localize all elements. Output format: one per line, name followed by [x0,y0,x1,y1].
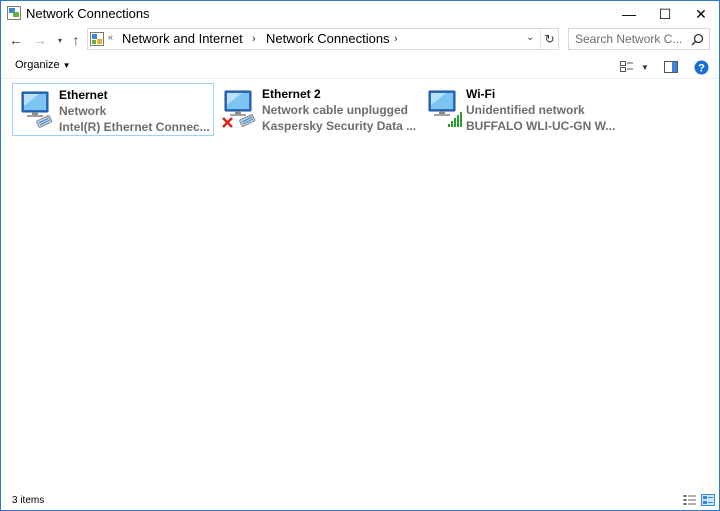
wifi-adapter-icon [428,90,462,127]
navigation-bar: ← → ▾ ↑ « Network and Internet › Network… [1,28,719,52]
search-box[interactable]: Search Network C... [568,28,710,50]
command-bar: Organize ▼ ▼ ? [1,55,719,79]
address-history-dropdown-icon[interactable]: ⌄ [526,32,534,43]
ethernet-adapter-disconnected-icon [222,90,256,128]
connection-device: Intel(R) Ethernet Connec... [59,120,210,134]
refresh-icon[interactable]: ↻ [540,29,558,49]
up-arrow-icon[interactable]: ↑ [67,30,85,50]
help-icon[interactable]: ? [693,58,709,76]
search-icon[interactable] [691,33,704,46]
ethernet-adapter-icon [21,91,53,128]
address-bar[interactable]: « Network and Internet › Network Connect… [87,28,559,50]
breadcrumb-network-and-internet[interactable]: Network and Internet [122,31,243,47]
connection-tile-ethernet[interactable]: Ethernet Network Intel(R) Ethernet Conne… [12,83,214,136]
breadcrumb-network-connections[interactable]: Network Connections [266,31,390,47]
breadcrumb-separator-icon[interactable]: › [394,31,398,47]
address-overflow-icon[interactable]: « [108,32,113,42]
connection-name: Ethernet [59,88,108,102]
window-title: Network Connections [26,6,150,21]
search-input[interactable]: Search Network C... [575,32,682,46]
svg-text:?: ? [698,62,705,74]
close-button[interactable]: ✕ [681,1,720,27]
item-count: 3 items [12,495,45,506]
connection-tile-ethernet-2[interactable]: Ethernet 2 Network cable unplugged Kaspe… [216,83,418,136]
connection-device: BUFFALO WLI-UC-GN W... [466,119,616,133]
forward-arrow-icon[interactable]: → [31,30,49,50]
title-bar[interactable]: Network Connections — ☐ ✕ [1,1,719,27]
view-options-chevron-icon[interactable]: ▼ [639,58,651,76]
status-bar: 3 items [1,491,719,510]
tiles-view-icon[interactable] [701,494,715,506]
connection-device: Kaspersky Security Data ... [262,119,417,133]
control-panel-icon [90,32,104,46]
organize-menu-button[interactable]: Organize ▼ [15,59,71,71]
minimize-button[interactable]: — [609,1,649,27]
organize-label: Organize [15,59,60,71]
chevron-down-icon: ▼ [62,61,71,70]
connection-name: Ethernet 2 [262,87,321,101]
change-view-icon[interactable] [619,58,635,76]
connections-list: Ethernet Network Intel(R) Ethernet Conne… [1,80,719,490]
connection-status: Unidentified network [466,103,585,117]
back-arrow-icon[interactable]: ← [7,30,25,50]
maximize-button[interactable]: ☐ [645,1,685,27]
explorer-window: Network Connections — ☐ ✕ ← → ▾ ↑ « Netw… [0,0,720,511]
connection-status: Network [59,104,107,118]
connection-status: Network cable unplugged [262,103,409,117]
network-connections-icon [7,6,21,20]
details-view-icon[interactable] [683,494,697,506]
preview-pane-icon[interactable] [663,58,679,76]
connection-name: Wi-Fi [466,87,496,101]
connection-tile-wifi[interactable]: Wi-Fi Unidentified network BUFFALO WLI-U… [420,83,622,136]
breadcrumb-separator-icon[interactable]: › [252,31,256,47]
